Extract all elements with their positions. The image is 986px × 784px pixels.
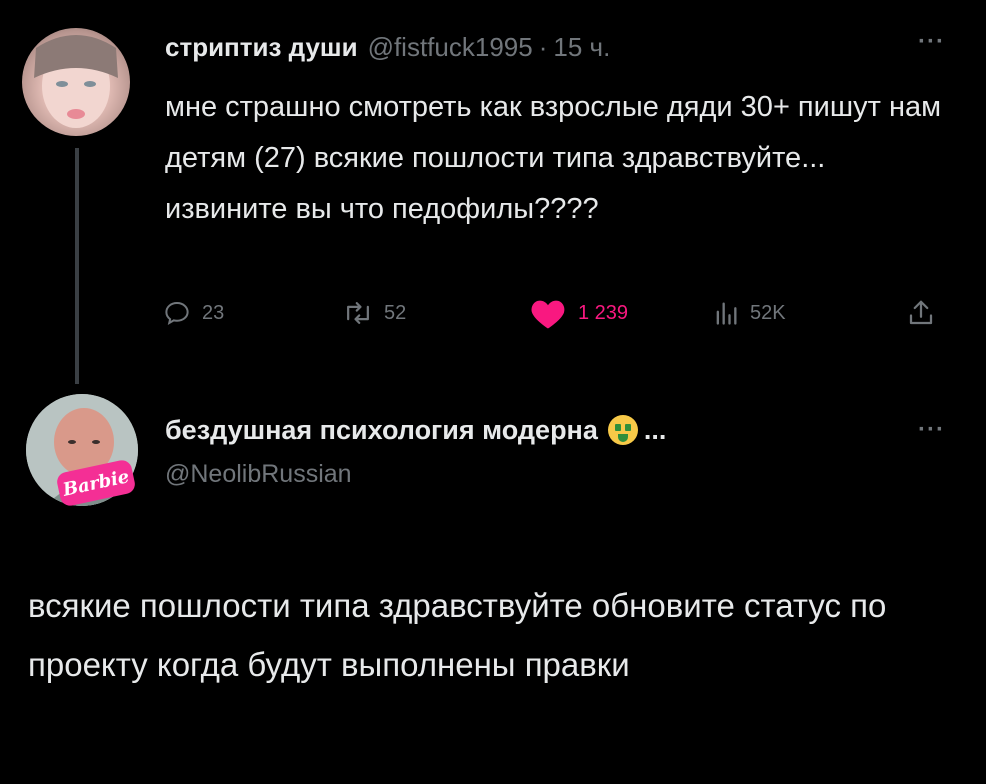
reply-button[interactable]: 23 <box>162 296 224 330</box>
timestamp[interactable]: 15 ч. <box>553 32 610 63</box>
more-options-icon[interactable]: ··· <box>918 28 945 56</box>
name-ellipsis: ... <box>643 414 667 445</box>
repost-count: 52 <box>384 301 407 324</box>
heart-icon <box>531 300 565 329</box>
money-mouth-face-emoji-icon <box>607 415 638 445</box>
tweet-text: мне страшно смотреть как взрослые дяди 3… <box>165 91 942 225</box>
like-button[interactable]: 1 239 <box>528 296 628 330</box>
user-handle[interactable]: @NeolibRussian <box>165 460 352 489</box>
like-count: 1 239 <box>578 301 629 324</box>
views-count: 52K <box>750 301 786 324</box>
thread-connector-line <box>75 148 79 384</box>
user-handle[interactable]: @fistfuck1995 <box>368 32 533 63</box>
repost-button[interactable]: 52 <box>342 296 406 330</box>
views-button[interactable]: 52K <box>712 296 786 330</box>
avatar[interactable] <box>22 28 130 136</box>
tweet-header: стриптиз души @fistfuck1995 · 15 ч. <box>165 32 610 66</box>
tweet-text: всякие пошлости типа здравствуйте обнови… <box>28 587 887 683</box>
views-icon <box>716 302 737 325</box>
share-icon <box>909 300 933 325</box>
tweet-header: бездушная психология модерна ... <box>165 412 676 448</box>
reply-icon <box>165 301 189 326</box>
share-button[interactable] <box>906 296 936 330</box>
reply-count: 23 <box>202 301 225 324</box>
display-name[interactable]: бездушная психология модерна <box>165 415 598 446</box>
repost-icon <box>347 302 369 324</box>
separator-dot: · <box>538 32 548 62</box>
avatar-face-image <box>34 35 118 128</box>
display-name[interactable]: стриптиз души <box>165 32 358 63</box>
more-options-icon[interactable]: ··· <box>918 416 945 444</box>
